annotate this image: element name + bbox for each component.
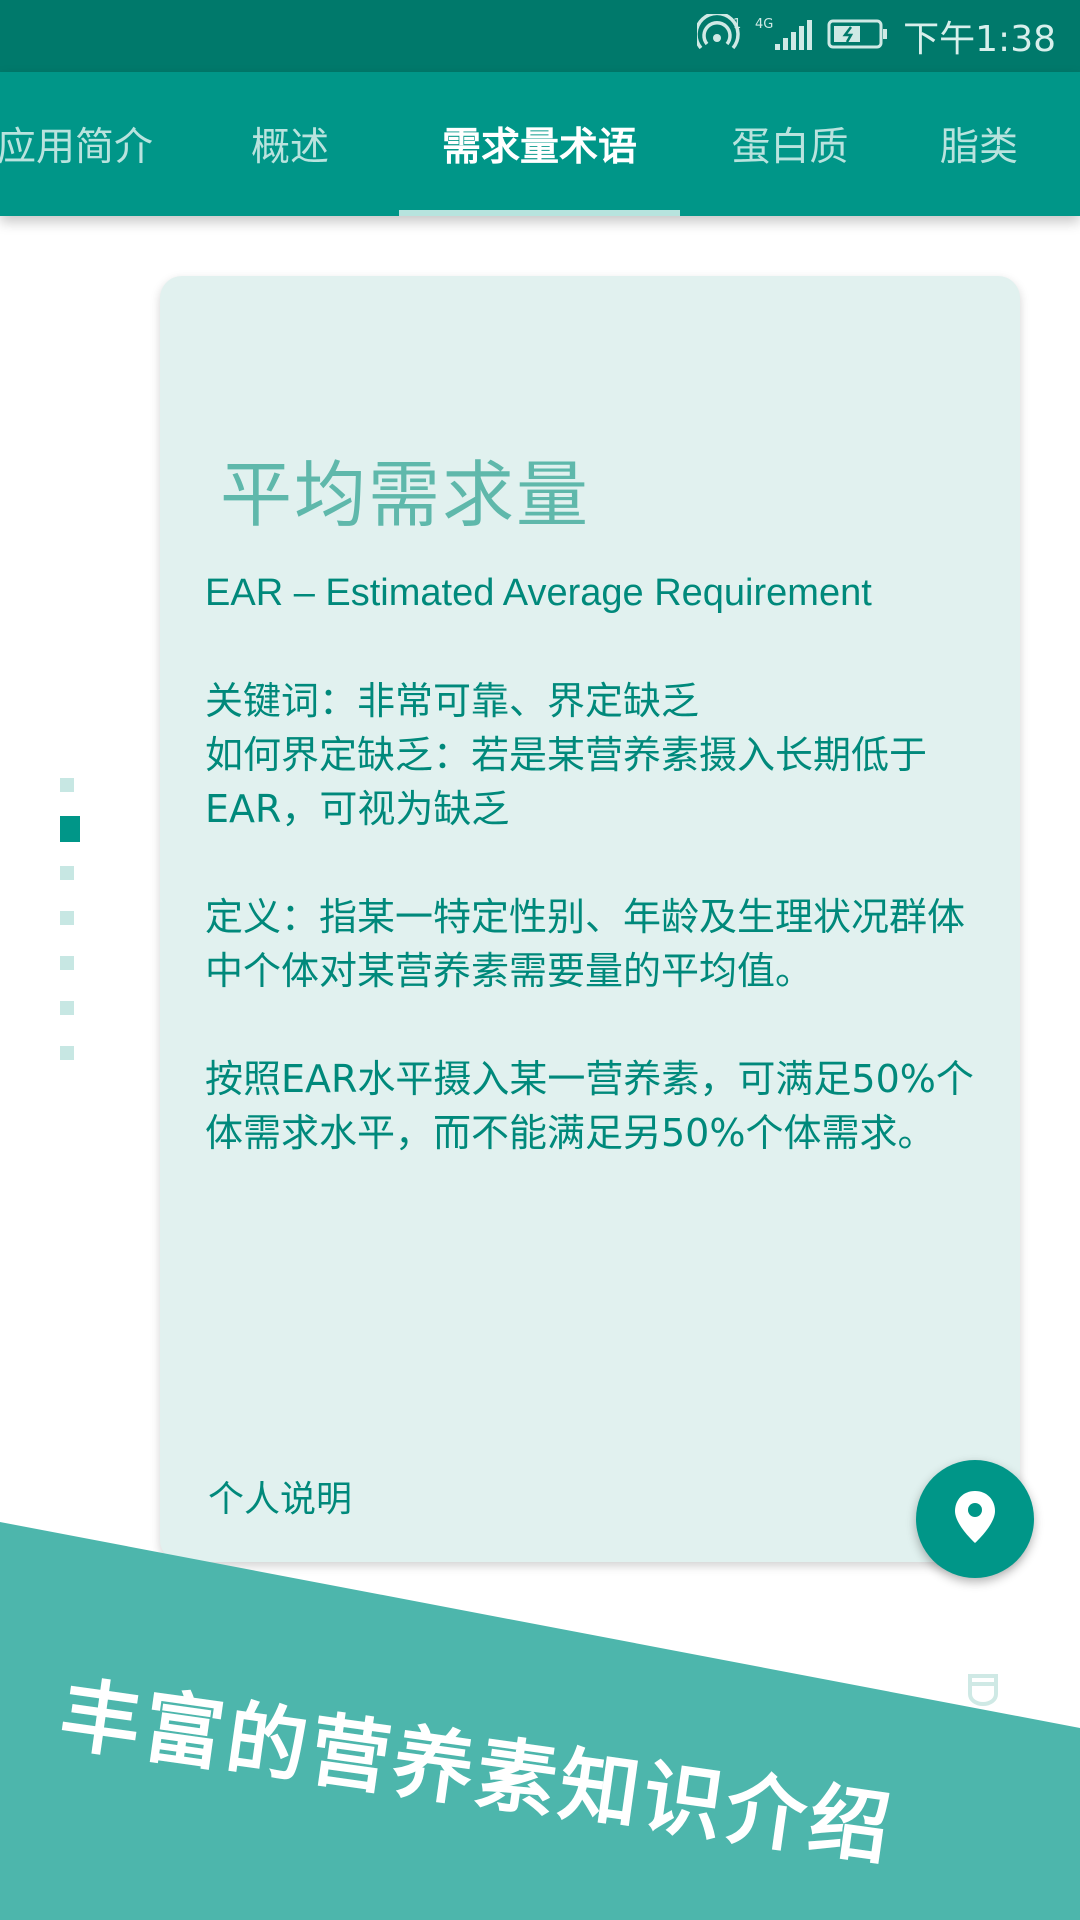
keywords-paragraph: 关键词：非常可靠、界定缺乏 如何界定缺乏：若是某营养素摄入长期低于EAR，可视为… — [205, 679, 928, 831]
status-time: 下午1:38 — [903, 19, 1056, 60]
tab-bar: 应用简介 概述 需求量术语 蛋白质 脂类 — [0, 72, 1080, 216]
svg-text:4G: 4G — [755, 17, 773, 32]
card-subtitle: EAR – Estimated Average Requirement — [205, 572, 872, 614]
tab-lipids[interactable]: 脂类 — [940, 72, 1080, 216]
content-card: 平均需求量 EAR – Estimated Average Requiremen… — [160, 276, 1020, 1562]
status-bar: 1 4G 下午1:38 — [0, 0, 1080, 72]
screen: 1 4G 下午1:38 应用简介 概述 需求量术语 蛋白质 脂类 平均需求量 E… — [0, 0, 1080, 1920]
status-icons: 1 4G 下午1:38 — [694, 0, 1056, 72]
cup-icon — [966, 1672, 1000, 1710]
promo-text: 丰富的营养素知识介绍 — [54, 1667, 900, 1877]
page-dot[interactable] — [60, 778, 74, 792]
tab-overview[interactable]: 概述 — [220, 72, 360, 216]
page-dot[interactable] — [60, 1046, 74, 1060]
card-body: 关键词：非常可靠、界定缺乏 如何界定缺乏：若是某营养素摄入长期低于EAR，可视为… — [205, 674, 995, 1214]
battery-icon — [827, 18, 889, 54]
hotspot-icon: 1 — [694, 11, 741, 58]
location-fab[interactable] — [916, 1460, 1034, 1578]
definition-paragraph: 定义：指某一特定性别、年龄及生理状况群体中个体对某营养素需要量的平均值。 — [205, 895, 966, 993]
location-pin-icon — [953, 1489, 997, 1549]
tab-intro[interactable]: 应用简介 — [0, 72, 160, 216]
page-dot[interactable] — [60, 866, 74, 880]
page-dot[interactable] — [60, 1001, 74, 1015]
page-dot-active[interactable] — [60, 816, 80, 842]
tab-indicator — [399, 210, 680, 216]
personal-notes-link[interactable]: 个人说明 — [208, 1470, 352, 1522]
tab-requirement-terms[interactable]: 需求量术语 — [399, 72, 680, 216]
card-title: 平均需求量 — [220, 453, 591, 537]
page-dot[interactable] — [60, 956, 74, 970]
signal-icon: 4G — [755, 14, 813, 58]
tab-protein[interactable]: 蛋白质 — [705, 72, 875, 216]
svg-text:1: 1 — [733, 17, 741, 32]
page-dot[interactable] — [60, 911, 74, 925]
intake-paragraph: 按照EAR水平摄入某一营养素，可满足50%个体需求水平，而不能满足另50%个体需… — [205, 1057, 974, 1155]
